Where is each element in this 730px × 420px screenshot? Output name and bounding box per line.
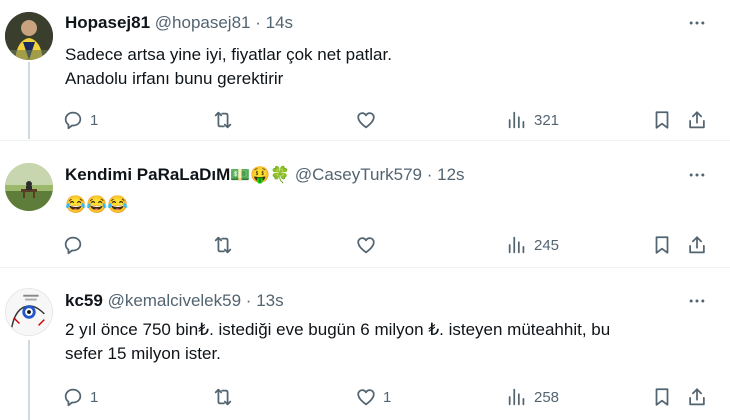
share-button[interactable] [686, 385, 708, 409]
tweet-text: Sadece artsa yine iyi, fiyatlar çok net … [65, 43, 710, 91]
user-handle[interactable]: @hopasej81 [155, 13, 251, 32]
user-handle[interactable]: @kemalcivelek59 [108, 291, 241, 310]
tweet-text-line: 😂😂😂 [65, 195, 129, 214]
retweet-button[interactable] [212, 385, 234, 409]
share-icon [689, 236, 705, 254]
retweet-icon [214, 111, 232, 129]
tweet-header: kc59 @kemalcivelek59 · 13s [65, 290, 284, 312]
share-button[interactable] [686, 108, 708, 132]
share-button[interactable] [686, 233, 708, 257]
views-icon [508, 111, 525, 129]
avatar[interactable] [5, 288, 53, 336]
reply-button[interactable]: 1 [62, 108, 98, 132]
more-icon [689, 299, 705, 303]
more-icon [689, 173, 705, 177]
timestamp[interactable]: 13s [256, 291, 283, 310]
bookmark-icon [655, 388, 669, 406]
views-button[interactable]: 245 [506, 233, 559, 257]
bookmark-icon [655, 111, 669, 129]
views-icon [508, 236, 525, 254]
retweet-icon [214, 236, 232, 254]
more-button[interactable] [686, 164, 708, 186]
retweet-button[interactable] [212, 233, 234, 257]
tweet-text-line: sefer 15 milyon ister. [65, 344, 221, 363]
more-button[interactable] [686, 290, 708, 312]
action-bar: 245 [62, 233, 712, 257]
name-emoji: 💵🤑🍀 [230, 167, 291, 184]
tweet-text-line: Sadece artsa yine iyi, fiyatlar çok net … [65, 45, 392, 64]
display-name[interactable]: Hopasej81 [65, 13, 150, 32]
reply-button[interactable] [62, 233, 84, 257]
reply-icon [64, 236, 82, 255]
reply-button[interactable]: 1 [62, 385, 98, 409]
thread-line [28, 62, 30, 139]
separator-dot: · [245, 291, 252, 310]
retweet-button[interactable] [212, 108, 234, 132]
tweet[interactable]: kc59 @kemalcivelek59 · 13s 2 yıl önce 75… [0, 268, 730, 420]
timestamp[interactable]: 14s [266, 13, 293, 32]
action-bar: 1 321 [62, 108, 712, 132]
tweet-text-line: Anadolu irfanı bunu gerektirir [65, 69, 284, 88]
like-button[interactable] [355, 233, 377, 257]
separator-dot: · [255, 13, 261, 32]
reply-count: 1 [90, 388, 99, 406]
tweet-text: 😂😂😂 [65, 193, 710, 217]
heart-icon [357, 112, 375, 129]
views-button[interactable]: 321 [506, 108, 559, 132]
tweet-text-line: 2 yıl önce 750 bin₺. istediği eve bugün … [65, 320, 611, 339]
like-count: 1 [383, 388, 392, 406]
avatar[interactable] [5, 12, 53, 60]
more-icon [689, 21, 705, 25]
user-handle[interactable]: @CaseyTurk579 [295, 165, 422, 184]
bookmark-button[interactable] [651, 233, 673, 257]
tweet-header: Hopasej81 @hopasej81 · 14s [65, 12, 293, 34]
views-button[interactable]: 258 [506, 385, 559, 409]
views-count: 245 [534, 236, 560, 254]
reply-count: 1 [90, 111, 99, 129]
reply-icon [64, 388, 82, 407]
more-button[interactable] [686, 12, 708, 34]
heart-icon [357, 237, 375, 254]
views-count: 321 [534, 111, 560, 129]
share-icon [689, 111, 705, 129]
tweet[interactable]: Kendimi PaRaLaDıM💵🤑🍀 @CaseyTurk579 · 12s… [0, 140, 730, 268]
thread-line [28, 340, 30, 420]
tweet-text: 2 yıl önce 750 bin₺. istediği eve bugün … [65, 318, 710, 366]
reply-icon [64, 111, 82, 130]
separator-dot: · [426, 165, 433, 184]
retweet-icon [214, 388, 232, 406]
bookmark-button[interactable] [651, 108, 673, 132]
tweet-feed: Hopasej81 @hopasej81 · 14s Sadece artsa … [0, 0, 730, 420]
tweet[interactable]: Hopasej81 @hopasej81 · 14s Sadece artsa … [0, 0, 730, 139]
display-name[interactable]: Kendimi PaRaLaDıM [65, 165, 230, 184]
timestamp[interactable]: 12s [437, 165, 464, 184]
heart-icon [357, 389, 375, 406]
bookmark-button[interactable] [651, 385, 673, 409]
share-icon [689, 388, 705, 406]
action-bar: 1 1 258 [62, 385, 712, 409]
bookmark-icon [655, 236, 669, 254]
avatar[interactable] [5, 163, 53, 211]
display-name[interactable]: kc59 [65, 291, 103, 310]
like-button[interactable]: 1 [355, 385, 391, 409]
like-button[interactable] [355, 108, 377, 132]
views-count: 258 [534, 388, 560, 406]
tweet-header: Kendimi PaRaLaDıM💵🤑🍀 @CaseyTurk579 · 12s [65, 164, 465, 187]
views-icon [508, 388, 525, 406]
